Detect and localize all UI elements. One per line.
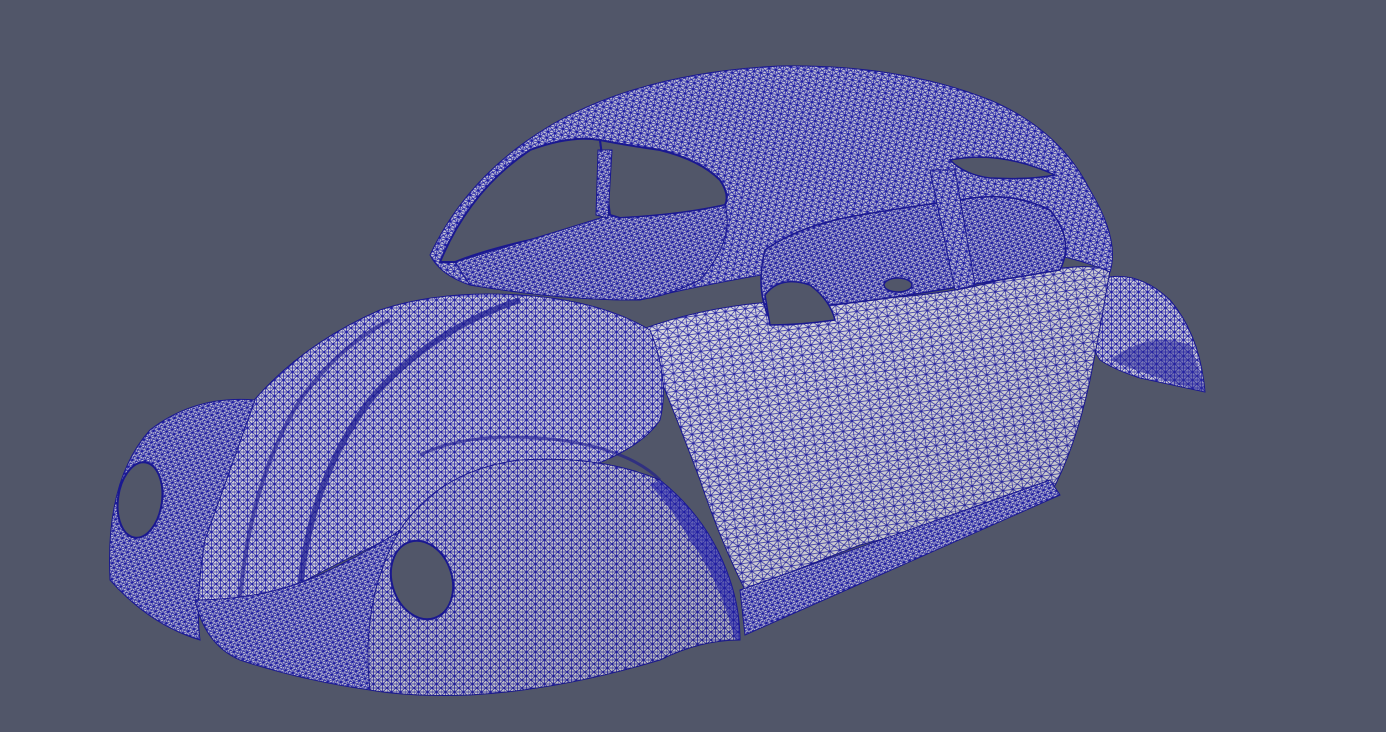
3d-render-viewport[interactable] [0, 0, 1386, 732]
car-mesh-rendering[interactable] [0, 0, 1386, 732]
